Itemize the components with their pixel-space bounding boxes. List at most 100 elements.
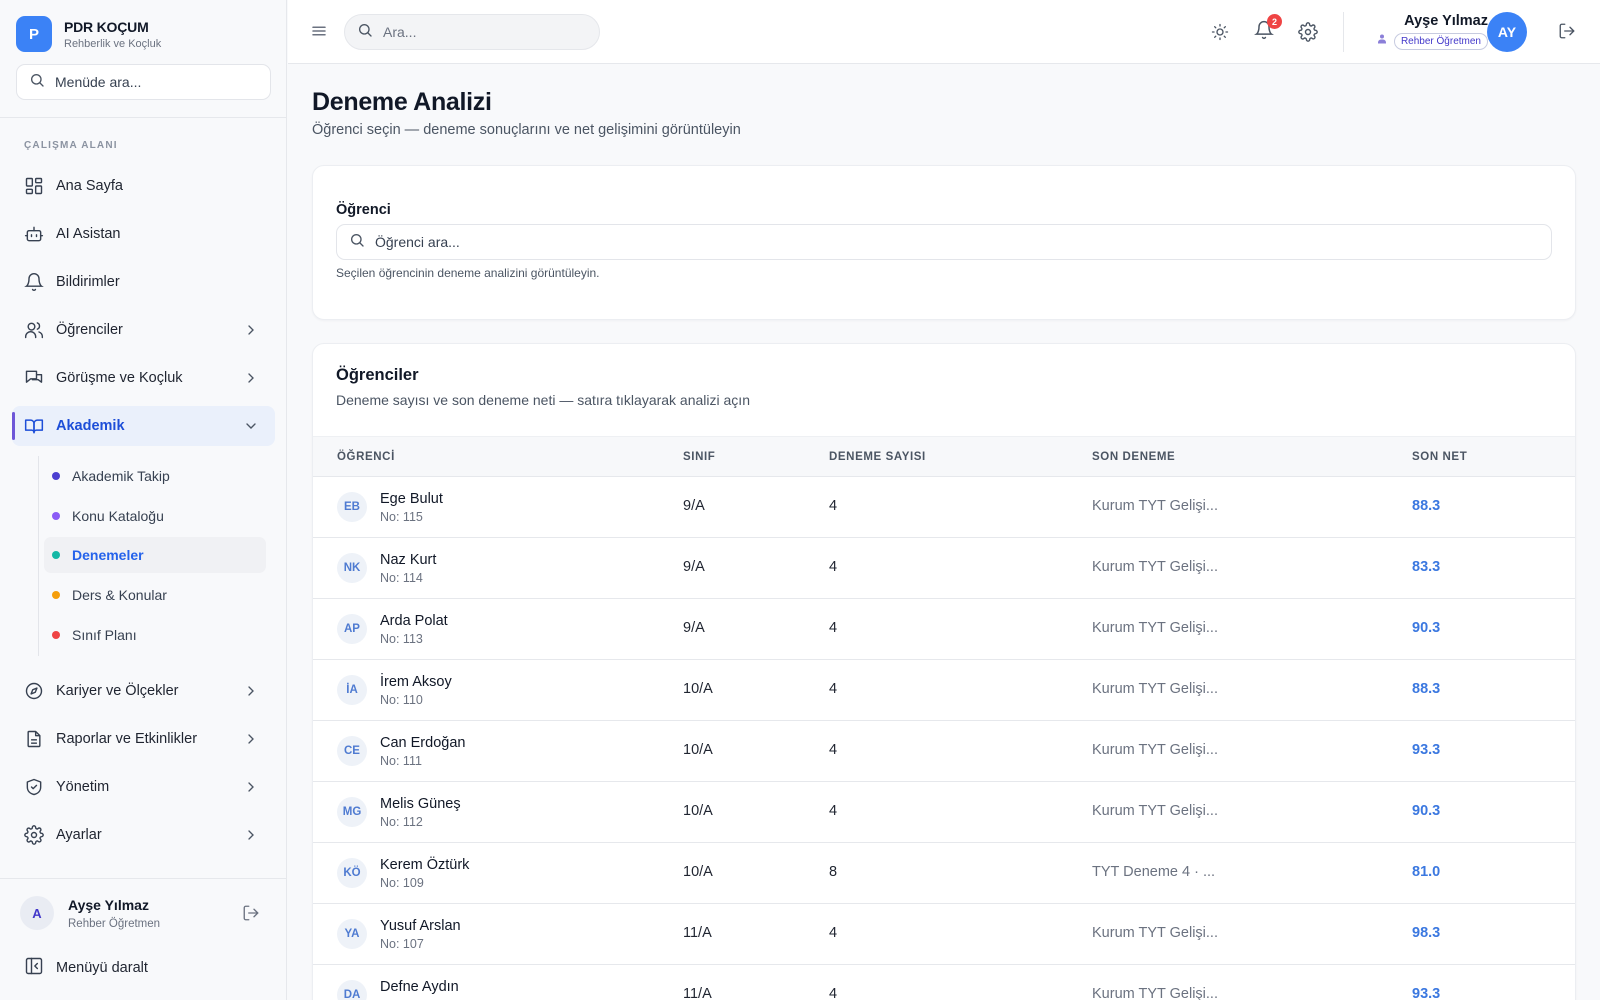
table-row[interactable]: CE Can Erdoğan No: 111 10/A 4 Kurum TYT Geliş… [313,721,1575,782]
table-row[interactable]: EB Ege Bulut No: 115 9/A 4 Kurum TYT Gelişi..… [313,477,1575,538]
student-class: 11/A [683,925,712,941]
nav-item-raporlar-ve-etkinlikler[interactable]: Raporlar ve Etkinlikler [12,719,275,759]
brand[interactable]: P PDR KOÇUM Rehberlik ve Koçluk [16,16,161,52]
student-name: Kerem Öztürk [380,857,470,873]
nav-item-label: Öğrenciler [56,322,123,338]
column-header-son-deneme[interactable]: SON DENEME [1092,451,1175,463]
nav-item-gorusme-ve-kocluk[interactable]: Görüşme ve Koçluk [12,358,275,398]
last-net: 90.3 [1412,803,1441,819]
compass-icon [24,681,44,701]
logout-icon[interactable] [242,904,260,927]
table-row[interactable]: AP Arda Polat No: 113 9/A 4 Kurum TYT Gelişi.… [313,599,1575,660]
column-header-son-net[interactable]: SON NET [1412,451,1467,463]
exam-count: 8 [829,864,838,880]
student-search-input[interactable]: Öğrenci ara... [336,224,1552,260]
last-exam: Kurum TYT Gelişi... [1092,498,1218,514]
exam-count: 4 [829,925,838,941]
nav-item-label: Kariyer ve Ölçekler [56,683,179,699]
section-label: ÇALIŞMA ALANI [24,140,118,151]
global-search-input[interactable]: Ara... [344,14,600,50]
student-class: 9/A [683,559,705,575]
student-class: 10/A [683,864,713,880]
nav-item-label: Ayarlar [56,827,102,843]
table-row[interactable]: İA İrem Aksoy No: 110 10/A 4 Kurum TYT Gelişi… [313,660,1575,721]
student-initials: CE [337,736,367,766]
nav-item-ai-asistan[interactable]: AI Asistan [12,214,275,254]
student-number: No: 112 [380,815,423,829]
column-header-ogrenci[interactable]: ÖĞRENCİ [337,451,395,463]
avatar[interactable]: AY [1487,12,1527,52]
gear-icon[interactable] [1296,20,1320,44]
search-icon [357,22,373,43]
student-search-placeholder: Öğrenci ara... [375,234,460,250]
menu-search-placeholder: Menüde ara... [55,74,142,90]
exam-count: 4 [829,681,838,697]
last-exam: Kurum TYT Gelişi... [1092,803,1218,819]
sun-icon[interactable] [1208,20,1232,44]
nav-item-label: Raporlar ve Etkinlikler [56,731,198,747]
table-row[interactable]: NK Naz Kurt No: 114 9/A 4 Kurum TYT Gelişi...… [313,538,1575,599]
table-row[interactable]: DADefne AydınNo: 10811/A4Kurum TYT Geliş… [313,965,1575,1000]
table-row[interactable]: MG Melis Güneş No: 112 10/A 4 Kurum TYT Geliş… [313,782,1575,843]
student-name: Arda Polat [380,613,448,629]
table-row[interactable]: KÖ Kerem Öztürk No: 109 10/A 8 TYT Deneme 4 ·… [313,843,1575,904]
status-dot [52,551,60,559]
nav-item-yonetim[interactable]: Yönetim [12,767,275,807]
last-net: 88.3 [1412,681,1441,697]
nav-item-bildirimler[interactable]: Bildirimler [12,262,275,302]
last-net: 88.3 [1412,498,1441,514]
subnav-item-konu-katalogu[interactable]: Konu Kataloğu [44,498,266,534]
logout-icon[interactable] [1558,22,1576,45]
student-number: No: 110 [380,693,423,707]
notifications-button[interactable]: 2 [1252,14,1282,44]
student-picker-card: Öğrenci Öğrenci ara... Seçilen öğrencini… [312,165,1576,320]
student-class: 9/A [683,620,705,636]
panel-collapse-icon [24,956,44,980]
nav-item-label: Yönetim [56,779,110,795]
last-exam: Kurum TYT Gelişi... [1092,559,1218,575]
global-search-placeholder: Ara... [383,24,417,40]
book-open-icon [24,416,44,436]
column-header-deneme-sayisi[interactable]: DENEME SAYISI [829,451,926,463]
student-number: No: 114 [380,571,423,585]
exam-count: 4 [829,803,838,819]
page-subtitle: Öğrenci seçin — deneme sonuçlarını ve ne… [312,122,741,138]
subnav-item-denemeler[interactable]: Denemeler [44,537,266,573]
student-number: No: 109 [380,876,424,890]
last-net: 93.3 [1412,742,1441,758]
nav-item-kariyer-ve-olcekler[interactable]: Kariyer ve Ölçekler [12,671,275,711]
nav-item-ana-sayfa[interactable]: Ana Sayfa [12,166,275,206]
file-text-icon [24,729,44,749]
collapse-menu-button[interactable]: Menüyü daralt [24,956,148,980]
menu-search-input[interactable]: Menüde ara... [16,64,271,100]
subnav-item-akademik-takip[interactable]: Akademik Takip [44,458,266,494]
column-header-sinif[interactable]: SINIF [683,451,715,463]
student-class: 10/A [683,681,713,697]
menu-icon[interactable] [310,22,328,45]
subnav-item-label: Akademik Takip [72,468,170,484]
table-subtitle: Deneme sayısı ve son deneme neti — satır… [336,392,750,408]
exam-count: 4 [829,620,838,636]
sidebar: P PDR KOÇUM Rehberlik ve Koçluk Menüde a… [0,0,287,1000]
bot-icon [24,224,44,244]
last-exam: TYT Deneme 4 · ... [1092,864,1216,880]
table-title: Öğrenciler [336,366,419,384]
nav-item-ayarlar[interactable]: Ayarlar [12,815,275,855]
last-exam: Kurum TYT Gelişi... [1092,742,1218,758]
topbar-user[interactable]: Ayşe Yılmaz Rehber Öğretmen [1376,13,1488,50]
bell-icon [24,272,44,292]
nav-item-akademik[interactable]: Akademik [12,406,275,446]
exam-count: 4 [829,498,838,514]
table-row[interactable]: YA Yusuf Arslan No: 107 11/A 4 Kurum TYT Geli… [313,904,1575,965]
brand-logo: P [16,16,52,52]
student-name: Ege Bulut [380,491,443,507]
chevron-right-icon [243,322,259,342]
student-number: No: 111 [380,754,422,768]
nav-item-ogrenciler[interactable]: Öğrenciler [12,310,275,350]
student-name: Defne Aydın [380,979,459,995]
subnav-item-ders-konular[interactable]: Ders & Konular [44,577,266,613]
nav-item-label: Görüşme ve Koçluk [56,370,183,386]
subnav-item-sinif-plani[interactable]: Sınıf Planı [44,617,266,653]
exam-count: 4 [829,742,838,758]
last-net: 83.3 [1412,559,1441,575]
